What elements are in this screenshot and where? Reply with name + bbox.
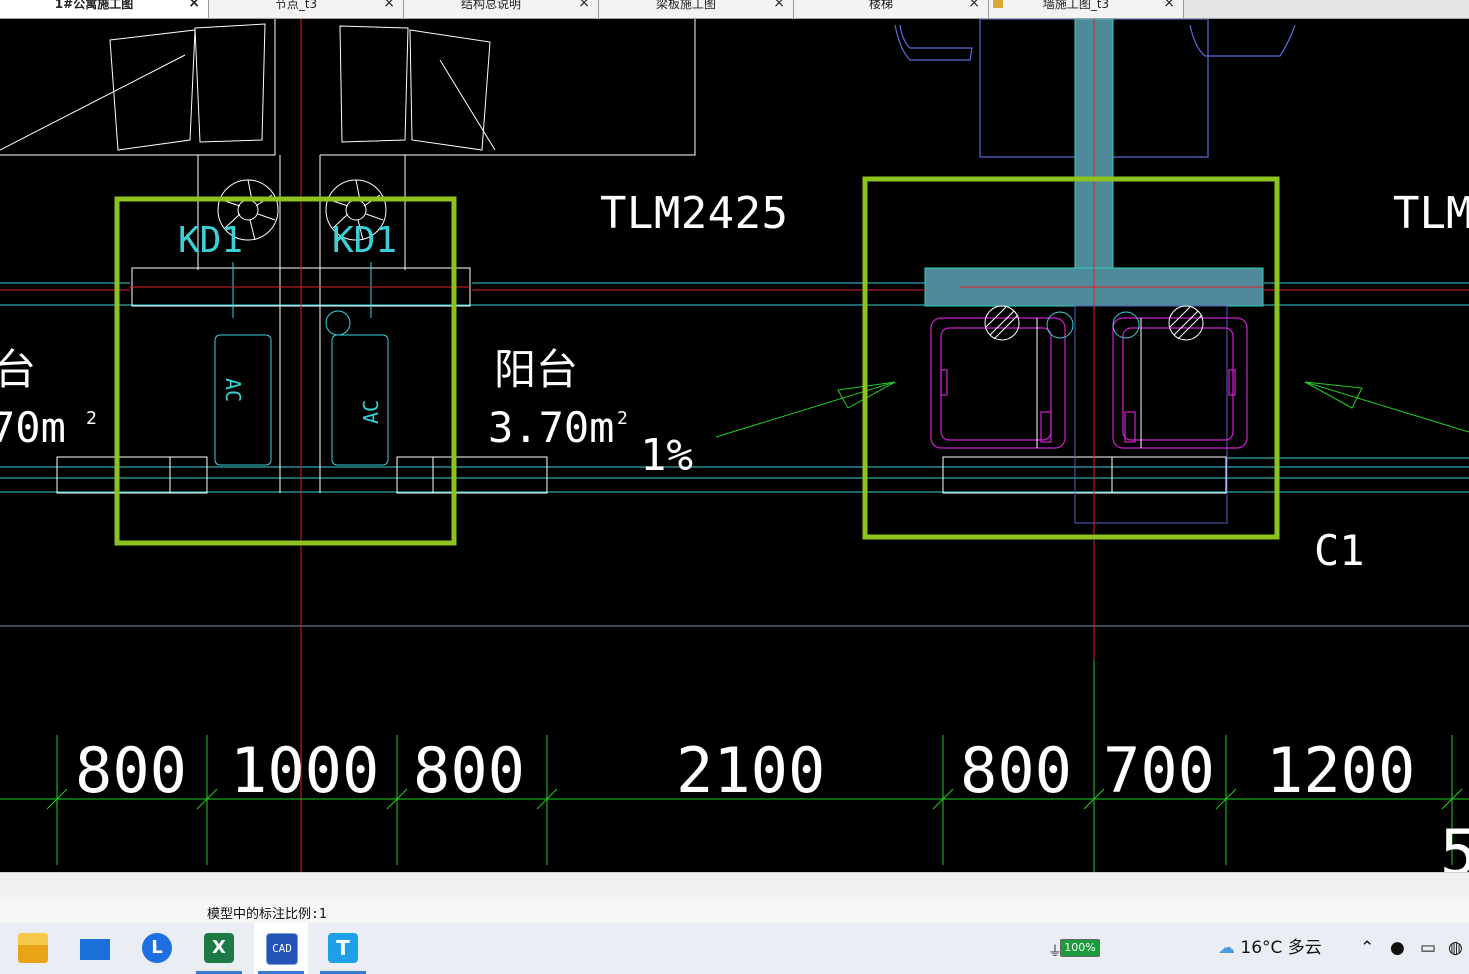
tab-label: 1#公寓施工图 <box>54 0 134 11</box>
dimension-text: 800 <box>960 734 1072 807</box>
weather-widget[interactable]: ☁ 16°C 多云 <box>1218 923 1322 974</box>
room-left-name: 台 <box>0 345 36 394</box>
qq-icon: ● <box>1390 938 1405 958</box>
chevron-up-icon: ⌃ <box>1360 938 1375 958</box>
room-name-balcony: 阳台 <box>494 345 578 394</box>
room-area-balcony: 3.70m <box>488 403 614 452</box>
dimension-text: 1000 <box>230 734 379 807</box>
taskbar-file-explorer[interactable] <box>6 923 60 974</box>
excel-icon: X <box>204 933 234 963</box>
tab-label: 结构总说明 <box>460 0 521 11</box>
ac-label-right: AC <box>359 400 383 424</box>
t-app-icon: T <box>328 933 358 963</box>
ac-label-left: AC <box>221 378 245 402</box>
taskbar-cad[interactable]: CAD <box>254 923 308 974</box>
door-label-tlm2425: TLM2425 <box>600 188 788 239</box>
windows-taskbar: L X CAD T ⏚ 100% ☁ 16°C 多云 ⌃ ● ▭ ◍ <box>0 923 1469 974</box>
battery-indicator[interactable]: ⏚ 100% <box>1048 937 1104 960</box>
command-line[interactable]: 模型中的标注比例:1 <box>0 899 1469 923</box>
close-icon[interactable]: × <box>578 0 590 10</box>
cloud-icon: ☁ <box>1218 938 1235 958</box>
close-icon[interactable]: × <box>383 0 395 10</box>
document-tab-bar: 1#公寓施工图 × 节点_t3 × 结构总说明 × 梁板施工图 × 楼梯 × 墙… <box>0 0 1469 19</box>
dimension-text: 2100 <box>676 734 825 807</box>
globe-icon: ◍ <box>1448 938 1463 958</box>
mail-icon <box>80 939 110 960</box>
l-app-icon: L <box>142 933 172 963</box>
close-icon[interactable]: × <box>1163 0 1175 10</box>
area-superscript: 2 <box>86 408 97 429</box>
kd1-label-right: KD1 <box>332 220 397 261</box>
cad-drawing-canvas[interactable]: TLM2425 TLM KD1 KD1 AC AC 台 70m 2 阳台 3.7… <box>0 19 1469 872</box>
file-explorer-icon <box>18 933 48 963</box>
dimension-text: 800 <box>75 734 187 807</box>
area-superscript: 2 <box>617 408 628 429</box>
window-label-c1: C1 <box>1314 526 1365 575</box>
tab-label: 节点_t3 <box>274 0 318 11</box>
tray-overflow-button[interactable]: ⌃ <box>1360 923 1374 974</box>
annotation-scale-text: 模型中的标注比例:1 <box>207 907 327 922</box>
tab-node-t3[interactable]: 节点_t3 × <box>209 0 404 18</box>
dimension-text: 800 <box>413 734 525 807</box>
cad-icon: CAD <box>266 933 298 965</box>
cad-status-strip <box>0 872 1469 900</box>
tab-label: 梁板施工图 <box>655 0 716 11</box>
close-icon[interactable]: × <box>188 0 200 10</box>
door-label-partial: TLM <box>1393 188 1469 239</box>
tab-structure-notes[interactable]: 结构总说明 × <box>404 0 599 18</box>
slope-label: 1% <box>640 430 693 481</box>
tray-qq[interactable]: ● <box>1390 923 1405 974</box>
taskbar-excel[interactable]: X <box>192 923 246 974</box>
tab-wall-t3[interactable]: 墙施工图_t3 × <box>989 0 1184 18</box>
dimension-text: 700 <box>1103 734 1215 807</box>
weather-text: 16°C 多云 <box>1240 938 1322 958</box>
room-left-area: 70m <box>0 403 66 452</box>
kd1-label-left: KD1 <box>178 220 243 261</box>
keyboard-icon: ▭ <box>1420 938 1437 958</box>
dimension-text-partial: 5 <box>1440 816 1469 872</box>
close-icon[interactable]: × <box>773 0 785 10</box>
dimension-text: 1200 <box>1266 734 1415 807</box>
close-icon[interactable]: × <box>968 0 980 10</box>
tab-stairs[interactable]: 楼梯 × <box>794 0 989 18</box>
taskbar-l-app[interactable]: L <box>130 923 184 974</box>
tab-beam-slab[interactable]: 梁板施工图 × <box>599 0 794 18</box>
tray-input[interactable]: ▭ <box>1420 923 1436 974</box>
tab-1-apartment[interactable]: 1#公寓施工图 × <box>0 0 209 18</box>
tab-label: 墙施工图_t3 <box>1042 0 1110 11</box>
tab-label: 楼梯 <box>868 0 893 11</box>
battery-icon: 100% <box>1060 939 1100 957</box>
taskbar-t-app[interactable]: T <box>316 923 370 974</box>
tray-network[interactable]: ◍ <box>1448 923 1463 974</box>
taskbar-mail[interactable] <box>68 923 122 974</box>
